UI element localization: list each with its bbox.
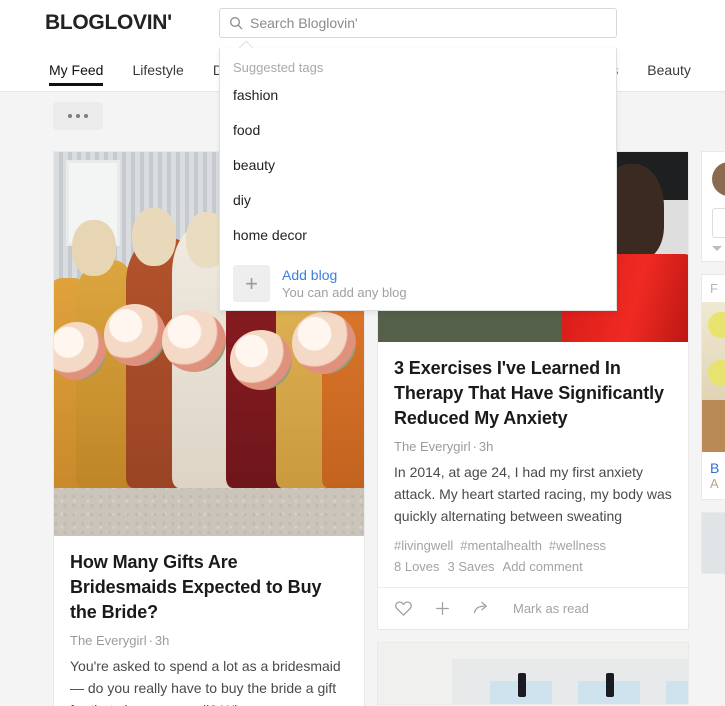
add-blog-subtitle: You can add any blog	[282, 285, 407, 300]
post-card-body: How Many Gifts Are Bridesmaids Expected …	[54, 536, 364, 706]
profile-card[interactable]	[701, 151, 725, 262]
site-header: BLOGLOVIN'	[0, 0, 725, 48]
post-meta: The Everygirl · 3h	[394, 439, 494, 454]
search-input[interactable]	[250, 10, 590, 36]
post-tag[interactable]: #wellness	[549, 538, 606, 553]
heart-icon[interactable]	[394, 599, 413, 618]
post-tag[interactable]: #livingwell	[394, 538, 453, 553]
dropdown-arrow-icon	[239, 41, 253, 49]
more-dot-icon	[68, 114, 72, 118]
post-card[interactable]	[701, 512, 725, 574]
more-dot-icon	[76, 114, 80, 118]
post-card[interactable]: F B A	[701, 274, 725, 500]
mark-as-read-button[interactable]: Mark as read	[513, 601, 589, 616]
post-title[interactable]: 3 Exercises I've Learned In Therapy That…	[394, 356, 672, 431]
post-author[interactable]: The Everygirl	[70, 633, 147, 648]
post-time: 3h	[154, 633, 170, 648]
post-card[interactable]	[377, 642, 689, 705]
post-title[interactable]: B	[710, 452, 725, 476]
nav-item-lifestyle[interactable]: Lifestyle	[132, 48, 183, 92]
chevron-down-icon	[712, 246, 722, 251]
share-arrow-icon[interactable]	[472, 599, 491, 618]
post-saves[interactable]: 3 Saves	[448, 559, 495, 574]
plus-icon[interactable]	[433, 599, 452, 618]
post-excerpt: In 2014, at age 24, I had my first anxie…	[394, 464, 672, 524]
add-blog-row[interactable]: + Add blog You can add any blog	[220, 256, 616, 302]
search-icon	[228, 15, 244, 31]
plus-icon: +	[233, 265, 270, 302]
add-blog-link[interactable]: Add blog	[282, 266, 407, 284]
suggested-tag-fashion[interactable]: fashion	[220, 78, 616, 113]
post-loves[interactable]: 8 Loves	[394, 559, 440, 574]
interior-photo	[702, 513, 725, 573]
nav-item-my-feed[interactable]: My Feed	[49, 48, 104, 92]
post-time: 3h	[478, 439, 494, 454]
search-container	[219, 8, 617, 38]
suggested-tags-label: Suggested tags	[233, 60, 324, 75]
post-card-body: 3 Exercises I've Learned In Therapy That…	[378, 342, 688, 587]
suggested-tag-beauty[interactable]: beauty	[220, 148, 616, 183]
search-box[interactable]	[219, 8, 617, 38]
search-suggestions-dropdown: Suggested tags fashion food beauty diy h…	[219, 48, 617, 311]
blue-gift-boxes-photo	[378, 643, 688, 704]
card-label: F	[710, 281, 718, 296]
post-tags: #livingwell #mentalhealth #wellness	[394, 538, 672, 553]
post-add-comment[interactable]: Add comment	[503, 559, 583, 574]
post-action-bar: Mark as read	[378, 587, 688, 629]
bread-lemon-photo	[702, 302, 725, 452]
suggested-tag-diy[interactable]: diy	[220, 183, 616, 218]
app-root: BLOGLOVIN' My Feed Lifestyle D Crafts Be…	[0, 0, 725, 706]
post-meta: The Everygirl · 3h	[70, 633, 170, 648]
avatar[interactable]	[712, 162, 725, 196]
suggested-tag-food[interactable]: food	[220, 113, 616, 148]
feed-column-3: F B A	[701, 151, 725, 586]
post-tag[interactable]: #mentalhealth	[460, 538, 542, 553]
post-excerpt: You're asked to spend a lot as a bridesm…	[70, 658, 341, 706]
nav-item-beauty[interactable]: Beauty	[647, 48, 691, 92]
more-options-button[interactable]	[53, 102, 103, 130]
more-dot-icon	[84, 114, 88, 118]
status-input[interactable]	[712, 208, 725, 238]
site-logo[interactable]: BLOGLOVIN'	[45, 9, 172, 36]
post-stats: 8 Loves 3 Saves Add comment	[394, 559, 672, 574]
post-meta: A	[710, 476, 719, 491]
post-title[interactable]: How Many Gifts Are Bridesmaids Expected …	[70, 550, 348, 625]
post-author[interactable]: The Everygirl	[394, 439, 471, 454]
suggested-tag-home-decor[interactable]: home decor	[220, 218, 616, 253]
